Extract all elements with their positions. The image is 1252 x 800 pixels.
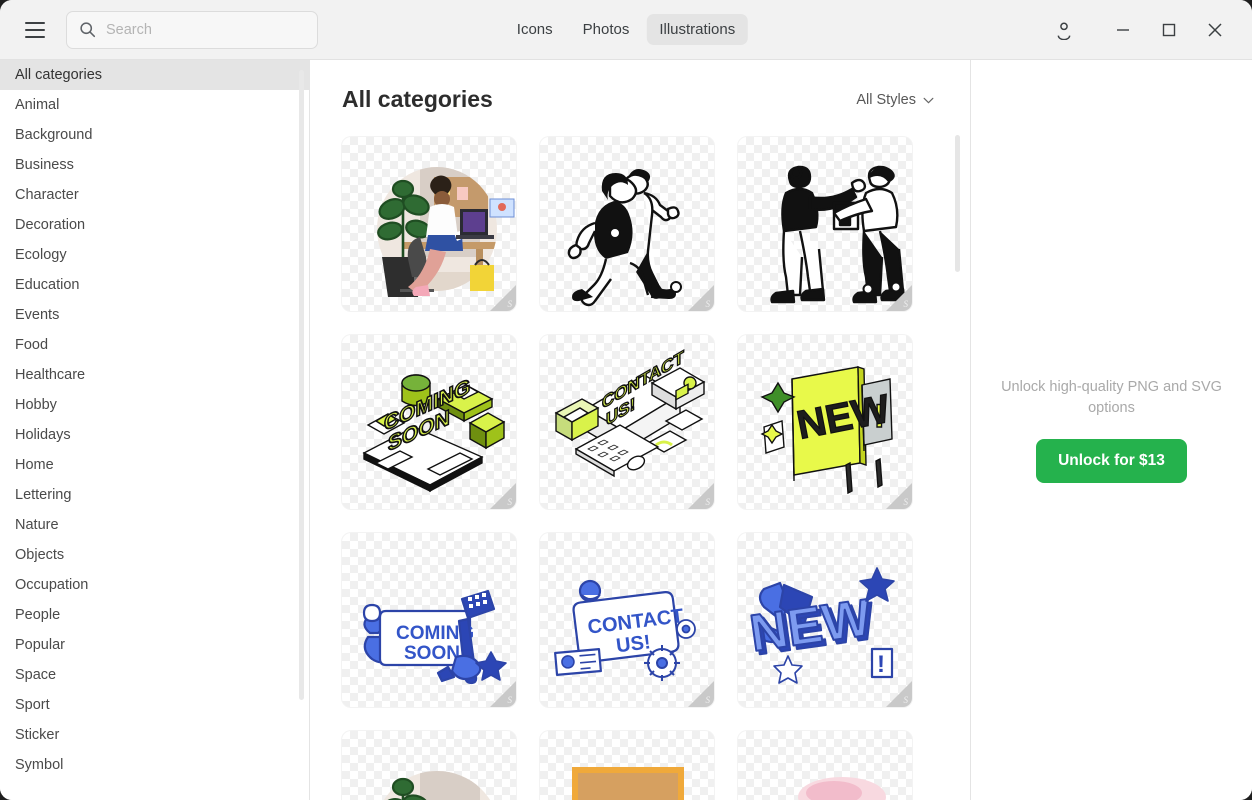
app-body: All categories Animal Background Busines… [0,60,1252,800]
illustration-card[interactable]: ! NEW S [738,335,912,509]
illustration-card[interactable]: S [540,137,714,311]
sidebar-item-hobby[interactable]: Hobby [0,390,309,420]
sidebar-item-business[interactable]: Business [0,150,309,180]
title-bar: Icons Photos Illustrations [0,0,1252,60]
svg-text:SOON: SOON [404,643,460,664]
sidebar-item-background[interactable]: Background [0,120,309,150]
styles-filter-label: All Styles [856,91,916,108]
window-controls [1038,0,1252,59]
sidebar-item-decoration[interactable]: Decoration [0,210,309,240]
sidebar-scrollbar[interactable] [299,70,304,700]
sidebar-item-home[interactable]: Home [0,450,309,480]
hamburger-line [25,21,45,24]
hamburger-line [25,35,45,38]
sidebar-item-ecology[interactable]: Ecology [0,240,309,270]
search-input[interactable] [106,21,296,38]
sidebar-item-character[interactable]: Character [0,180,309,210]
sidebar-item-occupation[interactable]: Occupation [0,570,309,600]
search-icon [79,21,96,38]
results-scrollbar[interactable] [955,135,960,272]
svg-text:US!: US! [615,631,652,657]
promo-text: Unlock high-quality PNG and SVG options [1001,378,1222,416]
hamburger-menu-icon[interactable] [18,13,52,47]
illustration-art-blue-new-lettering: NEW NEW ! [738,533,912,707]
minimize-button[interactable] [1100,0,1146,60]
illustration-art-desk-scene [342,137,516,311]
app-window: Icons Photos Illustrations [0,0,1252,800]
illustration-card[interactable]: COMING SOON S [342,335,516,509]
illustration-art-iso-new-banner: ! NEW [738,335,912,509]
illustration-grid: S S S COMING SOON S CONTACT US! S ! NEW … [310,113,970,800]
sidebar-item-holidays[interactable]: Holidays [0,420,309,450]
sidebar-item-people[interactable]: People [0,600,309,630]
sidebar-item-space[interactable]: Space [0,660,309,690]
styles-filter-dropdown[interactable]: All Styles [850,88,940,112]
illustration-art-package-exchange [738,137,912,311]
sidebar-item-events[interactable]: Events [0,300,309,330]
sidebar-item-all-categories[interactable]: All categories [0,60,309,90]
illustration-art-room-interior [342,731,516,800]
illustration-card[interactable]: COMING SOON S [342,533,516,707]
sidebar-item-objects[interactable]: Objects [0,540,309,570]
page-title: All categories [342,86,493,112]
illustration-card[interactable]: CONTACT US! S [540,533,714,707]
illustration-card[interactable]: CONTACT US! S [540,335,714,509]
account-icon[interactable] [1038,0,1090,60]
sidebar-item-sticker[interactable]: Sticker [0,720,309,750]
results-header: All categories All Styles [310,60,970,113]
illustration-art-iso-coming-soon: COMING SOON [342,335,516,509]
hamburger-line [25,28,45,31]
search-box[interactable] [66,10,318,49]
illustration-card[interactable]: S [342,137,516,311]
sidebar-item-lettering[interactable]: Lettering [0,480,309,510]
illustration-art-pink-scene [738,731,912,800]
tab-icons[interactable]: Icons [504,14,566,45]
sidebar-item-symbol[interactable]: Symbol [0,750,309,780]
sidebar-item-food[interactable]: Food [0,330,309,360]
content-type-tabs: Icons Photos Illustrations [504,14,749,45]
illustration-card[interactable]: S [738,731,912,800]
sidebar-item-healthcare[interactable]: Healthcare [0,360,309,390]
illustration-art-blue-contact-us: CONTACT US! [540,533,714,707]
results-panel: All categories All Styles S S S COMING S… [310,60,970,800]
sidebar-item-nature[interactable]: Nature [0,510,309,540]
sidebar-item-education[interactable]: Education [0,270,309,300]
sidebar-item-sport[interactable]: Sport [0,690,309,720]
svg-text:!: ! [877,651,885,678]
sidebar-item-popular[interactable]: Popular [0,630,309,660]
sidebar-item-animal[interactable]: Animal [0,90,309,120]
chevron-down-icon [923,92,934,108]
illustration-card[interactable]: S [342,731,516,800]
promo-panel: Unlock high-quality PNG and SVG options … [970,60,1252,800]
maximize-button[interactable] [1146,0,1192,60]
illustration-art-iso-contact-us: CONTACT US! [540,335,714,509]
illustration-art-blue-coming-soon: COMING SOON [342,533,516,707]
tab-photos[interactable]: Photos [570,14,643,45]
illustration-card[interactable]: S [738,137,912,311]
illustration-art-corkboard [540,731,714,800]
unlock-button[interactable]: Unlock for $13 [1036,439,1187,484]
illustration-art-dancing-duo [540,137,714,311]
category-sidebar: All categories Animal Background Busines… [0,60,310,800]
close-button[interactable] [1192,0,1238,60]
illustration-card[interactable]: NEW NEW ! S [738,533,912,707]
illustration-card[interactable]: S [540,731,714,800]
tab-illustrations[interactable]: Illustrations [646,14,749,45]
